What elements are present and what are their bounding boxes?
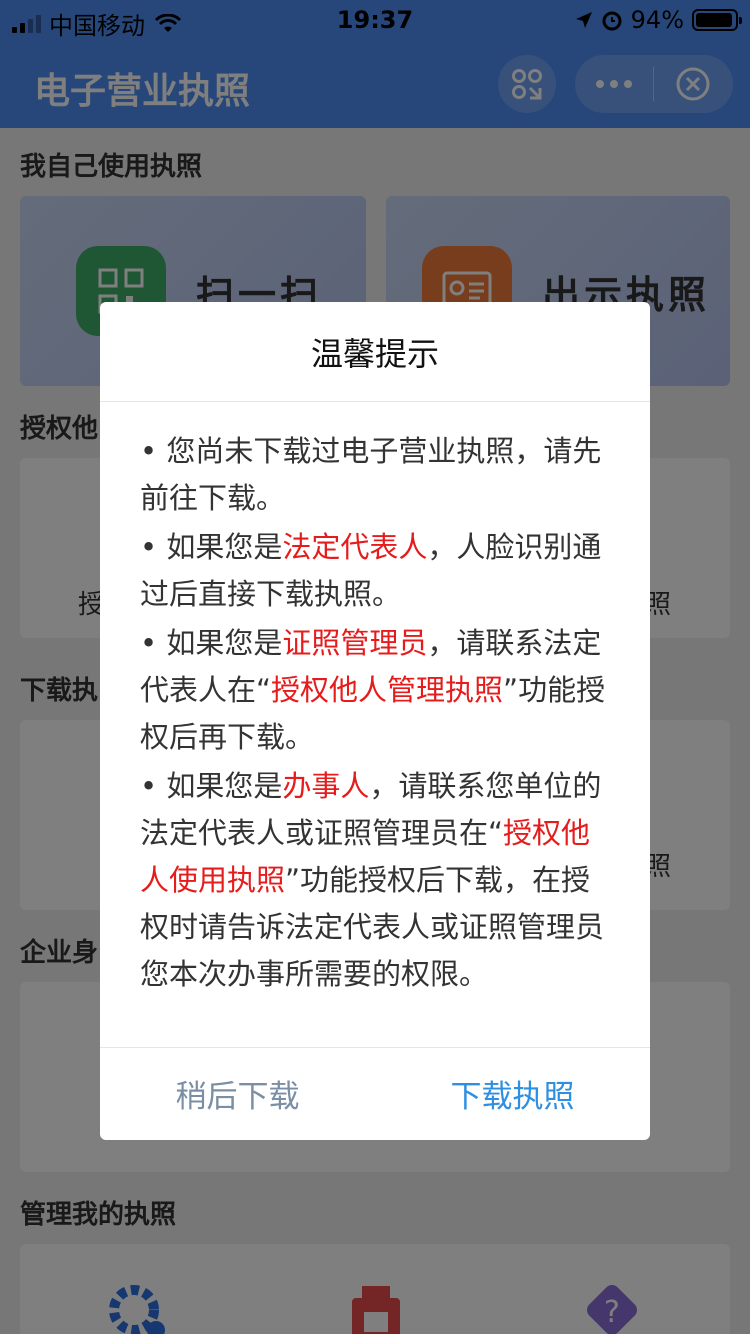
tip-text: 您尚未下载过电子营业执照，请先前往下载。: [140, 434, 602, 515]
dialog-body: • 您尚未下载过电子营业执照，请先前往下载。 • 如果您是法定代表人，人脸识别通…: [100, 402, 650, 1048]
dialog-footer: 稍后下载 下载执照: [100, 1048, 650, 1139]
tip-bullet: •: [140, 769, 158, 803]
highlight-license-admin: 证照管理员: [282, 626, 428, 660]
tip-bullet: •: [140, 626, 158, 660]
tip-text: 如果您是: [166, 626, 283, 660]
tip-dialog: 温馨提示 • 您尚未下载过电子营业执照，请先前往下载。 • 如果您是法定代表人，…: [100, 302, 650, 1140]
highlight-authorize-manage: 授权他人管理执照: [271, 673, 504, 707]
highlight-legal-rep: 法定代表人: [282, 530, 428, 564]
tip-text: 如果您是: [166, 769, 283, 803]
download-license-button[interactable]: 下载执照: [375, 1048, 650, 1139]
highlight-agent: 办事人: [282, 769, 370, 803]
tip-item-3: • 如果您是证照管理员，请联系法定代表人在“授权他人管理执照”功能授权后再下载。: [140, 620, 610, 761]
download-later-button[interactable]: 稍后下载: [100, 1048, 375, 1139]
tip-item-1: • 您尚未下载过电子营业执照，请先前往下载。: [140, 428, 610, 522]
tip-bullet: •: [140, 434, 158, 468]
dialog-title: 温馨提示: [100, 302, 650, 402]
tip-bullet: •: [140, 530, 158, 564]
tip-text: 如果您是: [166, 530, 283, 564]
tip-item-4: • 如果您是办事人，请联系您单位的法定代表人或证照管理员在“授权他人使用执照”功…: [140, 763, 610, 998]
tip-item-2: • 如果您是法定代表人，人脸识别通过后直接下载执照。: [140, 524, 610, 618]
